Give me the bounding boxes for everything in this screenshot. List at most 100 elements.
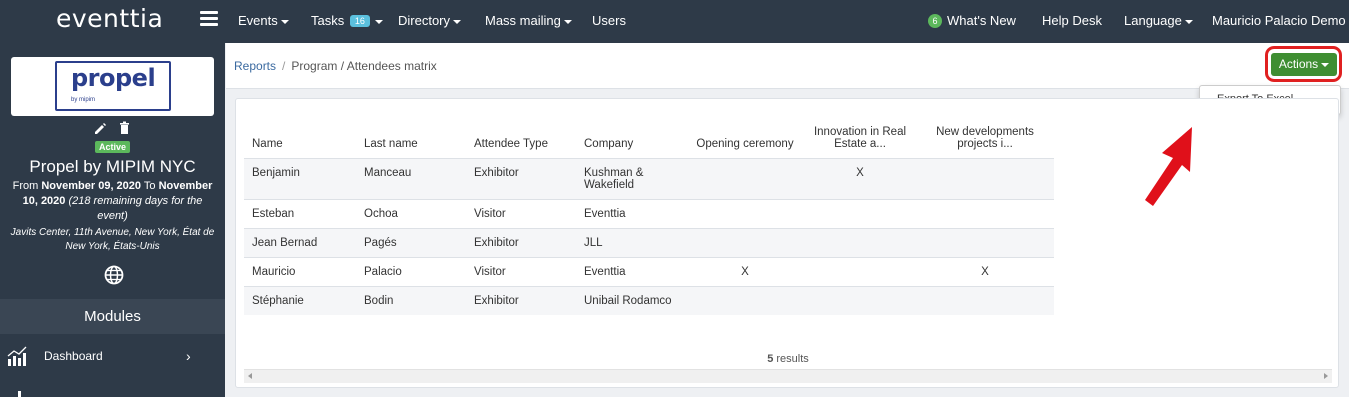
column-header-name[interactable]: Name	[244, 109, 356, 158]
nav-user-menu[interactable]: Mauricio Palacio Demo	[1212, 13, 1349, 28]
cell-innovation	[804, 256, 916, 286]
column-header-opening-ceremony[interactable]: Opening ceremony	[686, 109, 804, 158]
results-label: results	[776, 353, 809, 365]
cell-attendee-type: Visitor	[466, 256, 576, 286]
modules-header: Modules	[0, 299, 225, 334]
nav-directory[interactable]: Directory	[398, 13, 462, 28]
nav-help-desk[interactable]: Help Desk	[1042, 13, 1102, 28]
caret-down-icon	[374, 19, 383, 24]
globe-icon[interactable]	[104, 265, 124, 285]
table-row: Esteban Ochoa Visitor Eventtia	[244, 198, 1054, 228]
chevron-right-icon: ›	[186, 348, 191, 364]
dates-remaining: (218 remaining days for the event)	[68, 195, 203, 222]
cell-innovation: X	[804, 157, 916, 199]
cell-attendee-type: Exhibitor	[466, 157, 576, 199]
red-arrow-annotation	[1145, 127, 1192, 206]
caret-down-icon	[1184, 19, 1193, 24]
table-row: Jean Bernad Pagés Exhibitor JLL	[244, 227, 1054, 257]
scroll-left-icon[interactable]	[248, 373, 252, 379]
cell-attendee-type: Exhibitor	[466, 227, 576, 257]
cell-new-developments	[916, 157, 1054, 199]
cell-company: Kushman & Wakefield	[576, 157, 686, 199]
cell-new-developments	[916, 227, 1054, 257]
event-edit-controls	[93, 121, 133, 135]
menu-toggle-icon[interactable]	[200, 11, 218, 27]
plus-icon	[10, 388, 30, 397]
caret-down-icon	[1321, 62, 1330, 67]
breadcrumb-bar: Reports / Program / Attendees matrix	[226, 43, 1349, 89]
bar-chart-icon	[7, 345, 29, 367]
attendees-matrix-table: Name Last name Attendee Type Company Ope…	[244, 109, 1054, 315]
column-header-new-developments[interactable]: New developments projects i...	[916, 109, 1054, 158]
nav-mass-mailing-label: Mass mailing	[485, 13, 561, 28]
nav-users[interactable]: Users	[592, 13, 626, 28]
user-name: Mauricio Palacio Demo	[1212, 13, 1346, 28]
cell-attendee-type: Visitor	[466, 198, 576, 228]
nav-mass-mailing[interactable]: Mass mailing	[485, 13, 572, 28]
event-name: Propel by MIPIM NYC	[29, 157, 196, 176]
cell-innovation	[804, 285, 916, 315]
cell-last-name: Pagés	[356, 227, 466, 257]
dates-to-label: To	[143, 180, 156, 192]
cell-company: Eventtia	[576, 256, 686, 286]
results-count: 5 results	[236, 353, 1340, 365]
nav-directory-label: Directory	[398, 13, 451, 28]
breadcrumb-reports-link[interactable]: Reports	[234, 59, 276, 73]
column-header-innovation[interactable]: Innovation in Real Estate a...	[804, 109, 916, 158]
table-row: Mauricio Palacio Visitor Eventtia X X	[244, 256, 1054, 286]
cell-company: Eventtia	[576, 198, 686, 228]
cell-name: Jean Bernad	[244, 227, 356, 257]
sidebar-item-dashboard[interactable]: Dashboard ›	[0, 343, 225, 371]
actions-button[interactable]: Actions	[1271, 53, 1337, 76]
dates-from: November 09, 2020	[41, 180, 142, 192]
cell-name: Mauricio	[244, 256, 356, 286]
cell-opening-ceremony	[686, 285, 804, 315]
cell-opening-ceremony	[686, 157, 804, 199]
trash-icon[interactable]	[120, 121, 129, 135]
dates-from-label: From	[12, 180, 39, 192]
event-address: Javits Center, 11th Avenue, New York, Ét…	[10, 227, 215, 252]
cell-innovation	[804, 198, 916, 228]
cell-name: Esteban	[244, 198, 356, 228]
cell-new-developments	[916, 198, 1054, 228]
cell-name: Benjamin	[244, 157, 356, 199]
results-number: 5	[767, 353, 774, 365]
table-header-row: Name Last name Attendee Type Company Ope…	[244, 109, 1054, 158]
nav-whats-new[interactable]: 6 What's New	[928, 13, 1016, 28]
status-badge: Active	[95, 141, 131, 153]
caret-down-icon	[453, 19, 462, 24]
breadcrumb: Reports / Program / Attendees matrix	[234, 59, 437, 73]
cell-opening-ceremony: X	[686, 256, 804, 286]
whats-new-badge: 6	[928, 14, 942, 28]
horizontal-scrollbar[interactable]	[244, 369, 1332, 383]
cell-new-developments: X	[916, 256, 1054, 286]
caret-down-icon	[563, 19, 572, 24]
cell-last-name: Palacio	[356, 256, 466, 286]
cell-company: JLL	[576, 227, 686, 257]
column-header-last-name[interactable]: Last name	[356, 109, 466, 158]
eventtia-logo[interactable]: eventtia	[56, 4, 163, 33]
nav-events[interactable]: Events	[238, 13, 289, 28]
cell-new-developments	[916, 285, 1054, 315]
event-logo: propel by mipim	[55, 61, 171, 111]
cell-opening-ceremony	[686, 227, 804, 257]
nav-tasks[interactable]: Tasks 16	[311, 13, 383, 28]
pencil-icon[interactable]	[95, 123, 106, 134]
top-navbar: eventtia Events Tasks 16 Directory Mass …	[0, 0, 1349, 43]
cell-last-name: Bodin	[356, 285, 466, 315]
cell-last-name: Ochoa	[356, 198, 466, 228]
cell-name: Stéphanie	[244, 285, 356, 315]
table-row: Stéphanie Bodin Exhibitor Unibail Rodamc…	[244, 285, 1054, 315]
scroll-right-icon[interactable]	[1324, 373, 1328, 379]
cell-innovation	[804, 227, 916, 257]
nav-language[interactable]: Language	[1124, 13, 1193, 28]
cell-opening-ceremony	[686, 198, 804, 228]
event-dates: From November 09, 2020 To November 10, 2…	[6, 179, 219, 224]
column-header-attendee-type[interactable]: Attendee Type	[466, 109, 576, 158]
table-row: Benjamin Manceau Exhibitor Kushman & Wak…	[244, 157, 1054, 199]
event-logo-container: propel by mipim	[11, 57, 214, 116]
breadcrumb-separator: /	[282, 59, 286, 73]
cell-last-name: Manceau	[356, 157, 466, 199]
column-header-company[interactable]: Company	[576, 109, 686, 158]
nav-language-label: Language	[1124, 13, 1182, 28]
